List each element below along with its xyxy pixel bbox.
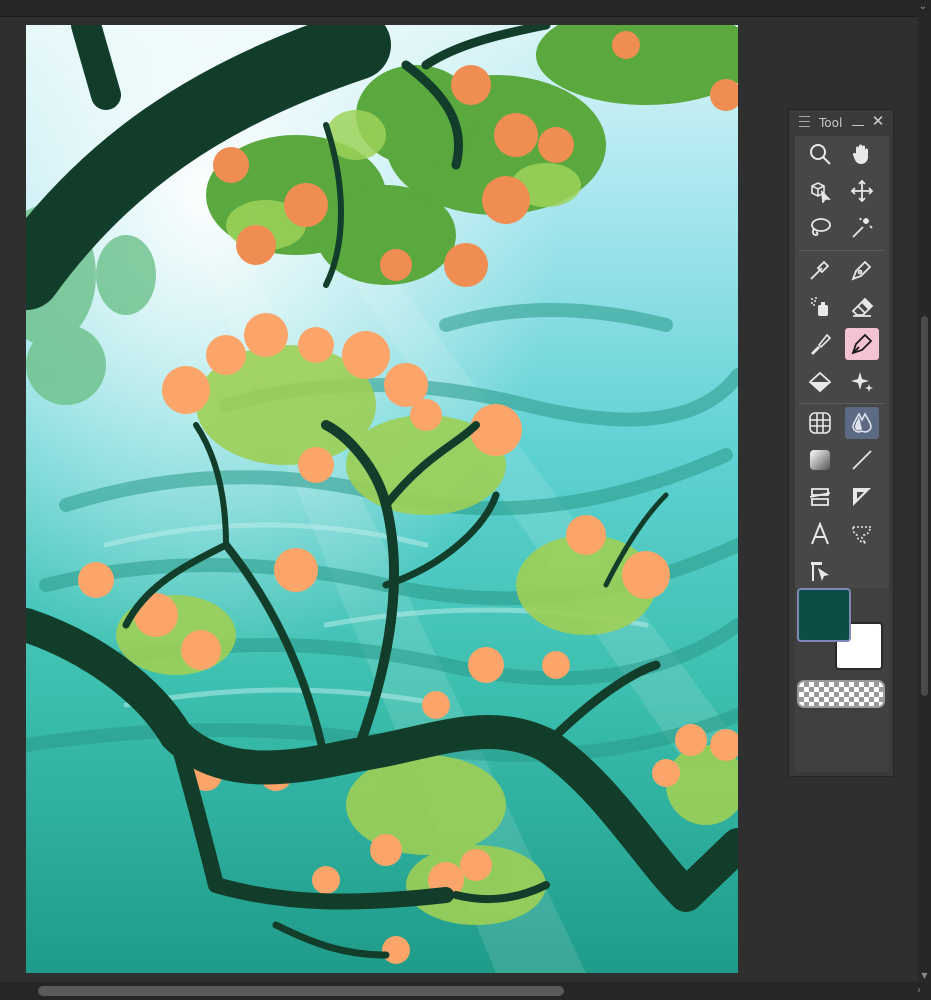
horizontal-scrollbar[interactable]: › [0,982,931,1000]
vertical-scrollbar-thumb[interactable] [921,316,928,696]
tool-palette-title: Tool [819,116,843,130]
vertical-scrollbar[interactable]: ▼ [918,16,931,982]
blend-tool-blend-drops-icon[interactable] [845,407,879,439]
balloon-tool-balloon-icon[interactable] [845,518,879,550]
ruler-tool-ruler-icon[interactable] [845,481,879,513]
zoom-tool-magnifier-icon[interactable] [803,138,837,170]
top-bar: ⌄ [0,0,931,17]
hand-tool-hand-icon[interactable] [845,138,879,170]
eyedropper-tool-eyedropper-icon[interactable] [803,254,837,286]
tool-palette: Tool ✕ [788,109,894,777]
move-layer-tool-move-arrows-icon[interactable] [845,175,879,207]
figure-tool-line-icon[interactable] [845,444,879,476]
chevron-down-icon[interactable]: ⌄ [919,0,927,14]
auto-select-tool-magic-wand-icon[interactable] [845,212,879,244]
scroll-right-arrow-icon[interactable]: › [917,982,921,1000]
hamburger-menu-icon[interactable] [799,116,810,127]
fill-tool-fill-bucket-icon[interactable] [803,365,837,397]
tool-palette-header[interactable]: Tool ✕ [789,110,893,136]
text-tool-text-A-icon[interactable] [803,518,837,550]
drawing-canvas[interactable] [26,25,738,973]
selection-tool-lasso-icon[interactable] [803,212,837,244]
main-color-swatch[interactable] [797,588,851,642]
sparkle-tool-sparkle-icon[interactable] [845,365,879,397]
eraser-tool-eraser-icon[interactable] [845,291,879,323]
transparent-color-swatch[interactable] [797,680,885,708]
tool-grid [795,136,889,772]
gradient-tool-gradient-icon[interactable] [803,444,837,476]
pen-tool-pen-nib-icon[interactable] [845,254,879,286]
close-icon[interactable]: ✕ [871,114,885,129]
artwork-illustration [26,25,738,973]
frame-border-tool-frame-border-icon[interactable] [803,481,837,513]
brush-tool-brush-pen-icon[interactable] [845,328,879,360]
tool-separator [799,250,885,251]
scroll-down-arrow-icon[interactable]: ▼ [918,969,931,982]
correct-line-tool-correct-line-icon[interactable] [803,555,837,587]
tool-separator [799,403,885,404]
horizontal-scrollbar-thumb[interactable] [38,986,564,996]
operation-tool-object-select-icon[interactable] [803,175,837,207]
minimize-button[interactable] [851,114,865,128]
airbrush-tool-airbrush-icon[interactable] [803,291,837,323]
decoration-tool-decoration-brush-icon[interactable] [803,328,837,360]
ruler-grid-tool-perspective-grid-icon[interactable] [803,407,837,439]
color-swatch-area [795,588,889,772]
